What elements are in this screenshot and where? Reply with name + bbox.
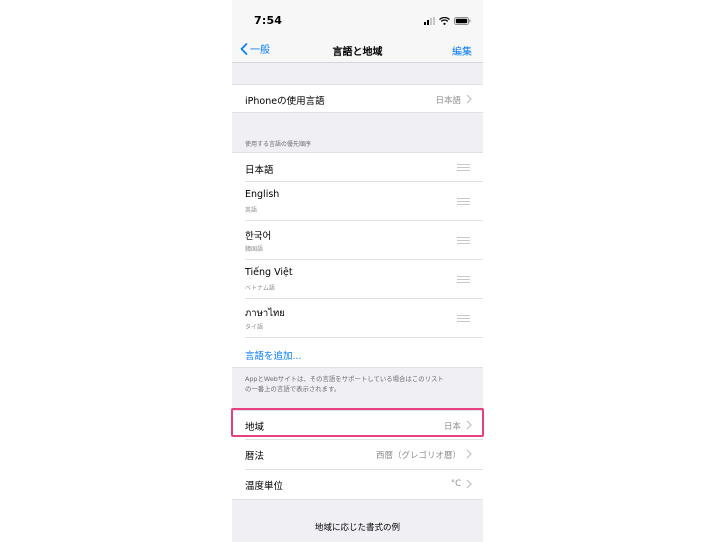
language-row[interactable]: ภาษาไทย タイ語	[232, 299, 483, 338]
region-label: 地域	[245, 422, 265, 433]
language-name: 한국어	[245, 231, 272, 242]
temperature-row[interactable]: 温度単位 °C	[232, 470, 483, 500]
region-row[interactable]: 地域 日本	[232, 410, 483, 440]
chevron-right-icon	[466, 420, 472, 430]
language-subtitle: ベトナム語	[245, 285, 275, 292]
language-name: Tiếng Việt	[245, 267, 293, 278]
region-value: 日本	[443, 422, 461, 432]
calendar-label: 暦法	[245, 451, 265, 462]
temperature-label: 温度単位	[245, 481, 284, 492]
wifi-icon	[439, 17, 450, 25]
settings-screen: 7:54 一般 言語と地域 編集 iPhoneの使用言語 日本語 使用する言語の…	[232, 0, 483, 542]
chevron-right-icon	[466, 449, 472, 459]
cellular-signal-icon	[424, 17, 435, 25]
footer-line: の一番上の言語で表示されます。	[245, 385, 341, 393]
chevron-right-icon	[466, 479, 472, 489]
temperature-value: °C	[450, 479, 461, 489]
reorder-handle-icon[interactable]	[457, 315, 470, 323]
preferred-languages-header: 使用する言語の優先順序	[245, 141, 312, 148]
edit-button[interactable]: 編集	[452, 43, 472, 58]
footer-line: AppとWebサイトは、その言語をサポートしている場合はこのリスト	[245, 375, 444, 383]
iphone-language-row[interactable]: iPhoneの使用言語 日本語	[232, 84, 483, 113]
calendar-row[interactable]: 暦法 西暦（グレゴリオ暦）	[232, 440, 483, 470]
language-name: English	[245, 189, 280, 200]
status-time: 7:54	[254, 14, 283, 27]
preferred-languages-footer: AppとWebサイトは、その言語をサポートしている場合はこのリスト の一番上の言…	[245, 374, 473, 394]
language-subtitle: 韓国語	[245, 246, 264, 253]
iphone-language-label: iPhoneの使用言語	[245, 96, 325, 107]
add-language-row[interactable]: 言語を追加...	[232, 338, 483, 368]
format-example-title: 地域に応じた書式の例	[314, 523, 400, 533]
language-row[interactable]: 한국어 韓国語	[232, 221, 483, 260]
status-icons	[424, 16, 471, 26]
reorder-handle-icon[interactable]	[457, 276, 470, 284]
battery-icon	[454, 17, 471, 25]
page-title: 言語と地域	[332, 47, 383, 58]
language-name: ภาษาไทย	[245, 308, 285, 319]
language-name: 日本語	[245, 165, 274, 176]
reorder-handle-icon[interactable]	[457, 198, 470, 206]
language-row[interactable]: Tiếng Việt ベトナム語	[232, 260, 483, 299]
reorder-handle-icon[interactable]	[457, 237, 470, 245]
chevron-right-icon	[466, 94, 472, 104]
language-subtitle: 英語	[245, 207, 258, 214]
navigation-bar: 一般 言語と地域 編集	[232, 36, 483, 63]
iphone-language-value: 日本語	[435, 96, 461, 106]
add-language-link[interactable]: 言語を追加...	[245, 348, 302, 362]
language-row[interactable]: 日本語	[232, 152, 483, 182]
calendar-value: 西暦（グレゴリオ暦）	[375, 451, 461, 461]
language-subtitle: タイ語	[245, 324, 264, 331]
status-bar: 7:54	[232, 0, 483, 36]
language-row[interactable]: English 英語	[232, 182, 483, 221]
reorder-handle-icon[interactable]	[457, 164, 470, 172]
